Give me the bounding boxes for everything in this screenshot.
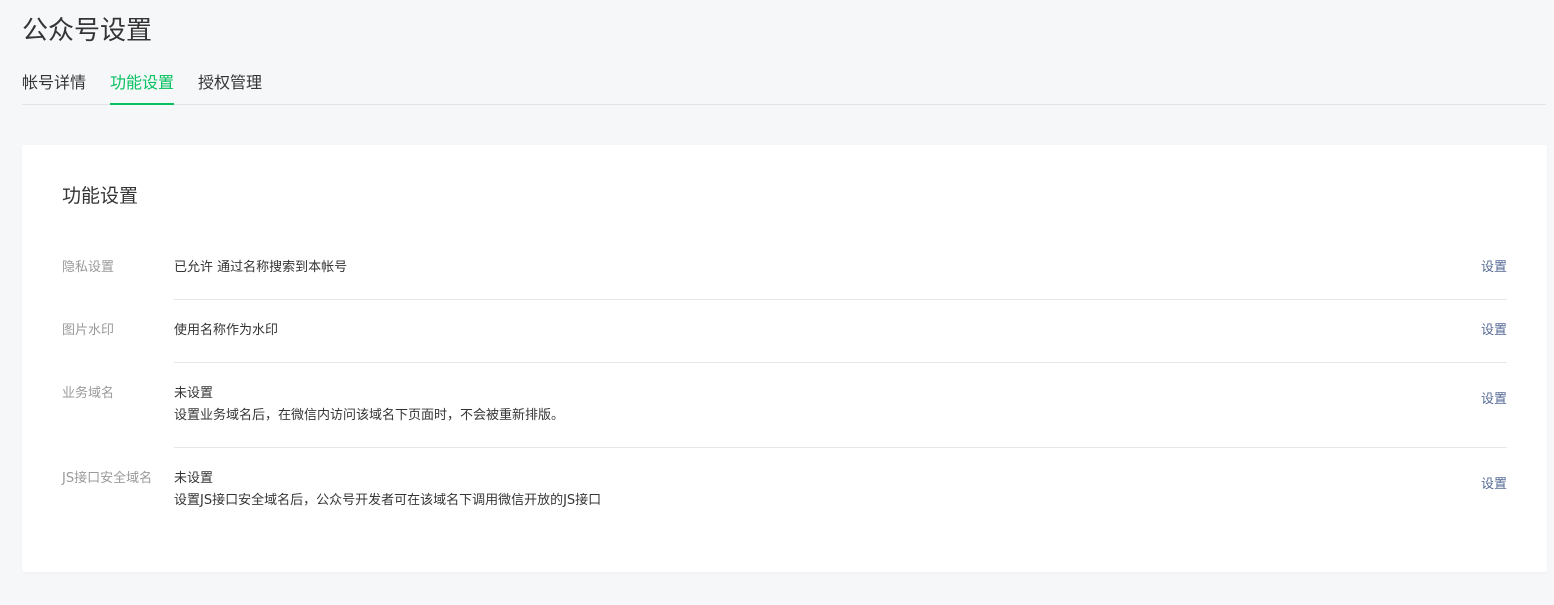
row-label: 图片水印	[62, 323, 115, 338]
row-description: 设置JS接口安全域名后，公众号开发者可在该域名下调用微信开放的JS接口	[174, 493, 602, 508]
row-label: JS接口安全域名	[62, 471, 153, 486]
row-label: 业务域名	[62, 386, 115, 401]
row-value: 使用名称作为水印	[174, 323, 279, 338]
row-value: 未设置	[174, 386, 214, 401]
privacy-settings-link[interactable]: 设置	[1481, 257, 1507, 279]
tab-bar: 帐号详情 功能设置 授权管理	[22, 64, 1546, 105]
page-title: 公众号设置	[22, 16, 153, 46]
row-description: 设置业务域名后，在微信内访问该域名下页面时，不会被重新排版。	[174, 408, 565, 423]
watermark-settings-link[interactable]: 设置	[1481, 320, 1507, 342]
row-value: 已允许 通过名称搜索到本帐号	[174, 260, 348, 275]
row-divider	[174, 362, 1507, 363]
js-domain-settings-link[interactable]: 设置	[1481, 474, 1507, 496]
card-title: 功能设置	[62, 185, 139, 207]
row-value: 未设置	[174, 471, 214, 486]
tab-function-settings[interactable]: 功能设置	[110, 64, 175, 105]
row-divider	[174, 299, 1507, 300]
settings-card: 功能设置 隐私设置 已允许 通过名称搜索到本帐号 设置 图片水印 使用名称作为水…	[22, 145, 1547, 572]
business-domain-settings-link[interactable]: 设置	[1481, 389, 1507, 411]
tab-authorization-management[interactable]: 授权管理	[198, 64, 262, 104]
row-label: 隐私设置	[62, 260, 115, 275]
tab-account-details[interactable]: 帐号详情	[22, 64, 86, 104]
row-divider	[174, 447, 1507, 448]
